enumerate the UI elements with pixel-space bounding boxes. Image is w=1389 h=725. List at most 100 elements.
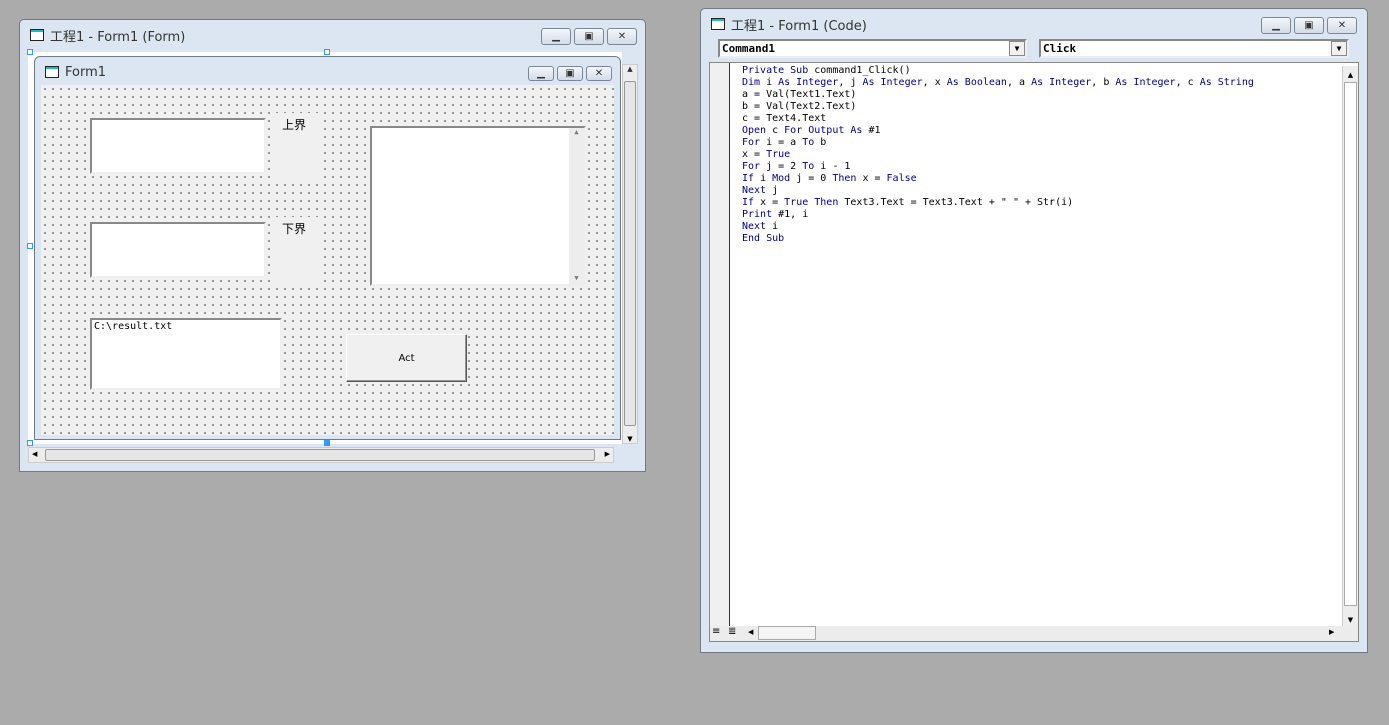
keyword: If (742, 173, 755, 184)
code-token: , c (1175, 77, 1200, 88)
keyword: Private Sub (742, 65, 809, 76)
text1-textbox[interactable] (90, 118, 266, 174)
act-button[interactable]: Act (346, 334, 467, 382)
code-line: For j = 2 To i - 1 (742, 161, 1254, 173)
code-text[interactable]: Private Sub command1_Click() Dim i As Int… (742, 65, 1254, 245)
code-line: If i Mod j = 0 Then x = False (742, 173, 1254, 185)
keyword: Next (742, 221, 767, 232)
keyword: False (886, 173, 917, 184)
code-token: c = Text4.Text (742, 113, 827, 124)
code-vertical-scrollbar[interactable]: ▲ ▼ (1342, 66, 1358, 626)
code-token: b (814, 137, 827, 148)
maximize-button[interactable]: ▣ (1294, 17, 1324, 34)
code-token: x = (754, 197, 785, 208)
keyword: Dim (742, 77, 761, 88)
object-combo[interactable]: Command1 ▼ (718, 39, 1027, 58)
code-line: End Sub (742, 233, 1254, 245)
code-token: , j (838, 77, 863, 88)
chevron-down-icon[interactable]: ▼ (1331, 41, 1347, 56)
code-line: Next i (742, 221, 1254, 233)
label-upper: 上界 (276, 113, 322, 181)
keyword: As Boolean (946, 77, 1007, 88)
scroll-thumb[interactable] (45, 449, 595, 461)
code-margin (710, 63, 730, 626)
code-token: #1 (862, 125, 881, 136)
code-token: i (766, 221, 779, 232)
resize-handle[interactable] (27, 440, 33, 446)
text4-textbox[interactable]: C:\result.txt (90, 318, 282, 390)
keyword: To (802, 161, 815, 172)
scroll-thumb[interactable] (1344, 82, 1357, 606)
text3-scrollbar[interactable]: ▲ ▼ (569, 128, 584, 284)
text2-textbox[interactable] (90, 222, 266, 278)
close-button[interactable]: ✕ (1327, 17, 1357, 34)
resize-handle[interactable] (27, 243, 33, 249)
keyword: True Then (784, 197, 839, 208)
form1-title: Form1 (65, 64, 107, 80)
resize-handle[interactable] (27, 49, 33, 55)
keyword: As Integer (1031, 77, 1092, 88)
code-token: j = 2 (760, 161, 803, 172)
code-token: command1_Click() (808, 65, 911, 76)
label-lower: 下界 (276, 217, 322, 283)
code-token: i - 1 (814, 161, 851, 172)
full-module-view-icon[interactable]: ≣ (728, 626, 736, 637)
keyword: If (742, 197, 755, 208)
form-icon (45, 66, 59, 78)
minimize-button[interactable]: ▁ (528, 66, 554, 81)
keyword: For (742, 137, 761, 148)
code-token: , b (1091, 77, 1116, 88)
code-token: a = Val(Text1.Text) (742, 89, 857, 100)
close-button[interactable]: ✕ (586, 66, 612, 81)
chevron-down-icon[interactable]: ▼ (1009, 41, 1025, 56)
maximize-button[interactable]: ▣ (574, 28, 604, 45)
designer-vertical-scrollbar[interactable]: ▲ ▼ (622, 64, 638, 444)
code-token: i (754, 173, 773, 184)
keyword: True (766, 149, 791, 160)
text3-textbox[interactable]: ▲ ▼ (370, 126, 586, 286)
form-designer-title: 工程1 - Form1 (Form) (50, 29, 186, 45)
scroll-thumb[interactable] (624, 81, 636, 426)
keyword: Open (742, 125, 767, 136)
designer-horizontal-scrollbar[interactable]: ◀ ▶ (28, 447, 614, 463)
code-line: b = Val(Text2.Text) (742, 101, 1254, 113)
procedure-view-icon[interactable]: ≡ (712, 626, 720, 637)
procedure-combo-value: Click (1043, 42, 1077, 55)
keyword: As Integer (862, 77, 923, 88)
keyword: As Integer (1115, 77, 1176, 88)
code-line: x = True (742, 149, 1254, 161)
object-combo-value: Command1 (722, 42, 775, 55)
code-horizontal-scroll-thumb[interactable] (758, 626, 816, 640)
close-button[interactable]: ✕ (607, 28, 637, 45)
minimize-button[interactable]: ▁ (1261, 17, 1291, 34)
procedure-combo[interactable]: Click ▼ (1039, 39, 1349, 58)
code-line: c = Text4.Text (742, 113, 1254, 125)
code-token: j = 0 (790, 173, 833, 184)
code-token: i (760, 77, 779, 88)
keyword: For Output As (784, 125, 863, 136)
form-icon (30, 29, 44, 41)
code-line: For i = a To b (742, 137, 1254, 149)
code-token: #1, i (772, 209, 809, 220)
code-token: Text3.Text = Text3.Text + " " + Str(i) (838, 197, 1074, 208)
code-token: i = a (760, 137, 803, 148)
code-line: a = Val(Text1.Text) (742, 89, 1254, 101)
resize-handle[interactable] (324, 440, 330, 446)
code-line: If x = True Then Text3.Text = Text3.Text… (742, 197, 1254, 209)
keyword: For (742, 161, 761, 172)
code-line: Dim i As Integer, j As Integer, x As Boo… (742, 77, 1254, 89)
keyword: Print (742, 209, 773, 220)
code-line: Open c For Output As #1 (742, 125, 1254, 137)
keyword: Next (742, 185, 767, 196)
resize-handle[interactable] (324, 49, 330, 55)
code-icon (711, 18, 725, 30)
keyword: End Sub (742, 233, 785, 244)
keyword: Mod (772, 173, 791, 184)
minimize-button[interactable]: ▁ (541, 28, 571, 45)
code-token: x = (856, 173, 887, 184)
keyword: As Integer (778, 77, 839, 88)
code-line: Print #1, i (742, 209, 1254, 221)
code-token: c (766, 125, 785, 136)
code-bottom-bar: ≡ ≣ ◀ ▶ (710, 626, 1358, 641)
maximize-button[interactable]: ▣ (557, 66, 583, 81)
